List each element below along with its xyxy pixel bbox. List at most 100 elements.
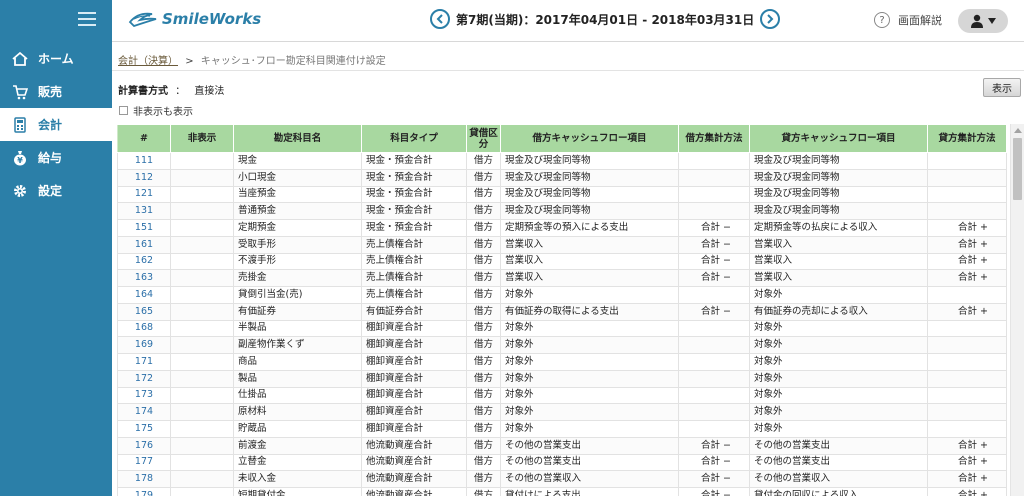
table-cell	[678, 420, 750, 438]
display-button[interactable]: 表示	[983, 78, 1021, 97]
account-code-link[interactable]: 165	[117, 302, 171, 321]
breadcrumb: 会計（決算） > キャッシュ･フロー勘定科目関連付け設定	[118, 52, 386, 67]
account-code-link[interactable]: 179	[117, 487, 171, 496]
table-cell: 対象外	[749, 336, 928, 354]
column-header: 科目タイプ	[361, 124, 467, 153]
table-cell: 借方	[466, 436, 501, 455]
account-code-link[interactable]: 162	[117, 252, 171, 271]
show-hidden-checkbox[interactable]	[119, 106, 128, 115]
sidebar-item-money-bag[interactable]: ¥ 給与	[0, 141, 112, 174]
table-cell: 合計 −	[678, 302, 750, 321]
table-cell	[170, 269, 234, 287]
table-row[interactable]: 179 短期貸付金 他流動資産合計 借方 貸付けによる支出 合計 − 貸付金の回収による収入…	[117, 487, 1007, 496]
table-cell	[170, 219, 234, 237]
table-cell: 営業収入	[749, 252, 928, 271]
sidebar: ホーム 販売会計 ¥ 給与 設定	[0, 0, 112, 496]
table-row[interactable]: 121 当座預金 現金・預金合計 借方 現金及び現金同等物 現金及び現金同等物	[117, 185, 1007, 204]
account-code-link[interactable]: 164	[117, 286, 171, 304]
table-row[interactable]: 175 貯蔵品 棚卸資産合計 借方 対象外 対象外	[117, 420, 1007, 438]
table-cell: 現金及び現金同等物	[749, 152, 928, 170]
table-row[interactable]: 112 小口現金 現金・預金合計 借方 現金及び現金同等物 現金及び現金同等物	[117, 168, 1007, 187]
user-icon	[970, 14, 983, 28]
table-cell: 対象外	[500, 386, 679, 405]
account-code-link[interactable]: 178	[117, 470, 171, 488]
sidebar-item-label: 会計	[38, 118, 63, 132]
table-row[interactable]: 169 副産物作業くず 棚卸資産合計 借方 対象外 対象外	[117, 336, 1007, 354]
table-row[interactable]: 177 立替金 他流動資産合計 借方 その他の営業支出 合計 − その他の営業支出 合計 +	[117, 453, 1007, 472]
table-row[interactable]: 164 貸倒引当金(売) 売上債権合計 借方 対象外 対象外	[117, 286, 1007, 304]
hamburger-menu-icon[interactable]	[78, 12, 96, 26]
table-row[interactable]: 172 製品 棚卸資産合計 借方 対象外 対象外	[117, 369, 1007, 388]
sidebar-item-home[interactable]: ホーム	[0, 42, 112, 75]
user-menu-button[interactable]	[958, 9, 1008, 33]
table-cell: 借方	[466, 269, 501, 287]
table-cell: 対象外	[749, 319, 928, 338]
table-row[interactable]: 174 原材料 棚卸資産合計 借方 対象外 対象外	[117, 403, 1007, 421]
table-cell: 半製品	[233, 319, 362, 338]
account-code-link[interactable]: 176	[117, 436, 171, 455]
table-row[interactable]: 111 現金 現金・預金合計 借方 現金及び現金同等物 現金及び現金同等物	[117, 152, 1007, 170]
table-cell: 現金・預金合計	[361, 185, 467, 204]
table-cell: 営業収入	[500, 235, 679, 254]
account-code-link[interactable]: 173	[117, 386, 171, 405]
table-row[interactable]: 171 商品 棚卸資産合計 借方 対象外 対象外	[117, 353, 1007, 371]
scroll-thumb[interactable]	[1013, 138, 1022, 200]
account-code-link[interactable]: 168	[117, 319, 171, 338]
table-row[interactable]: 168 半製品 棚卸資産合計 借方 対象外 対象外	[117, 319, 1007, 338]
account-code-link[interactable]: 161	[117, 235, 171, 254]
period-label: 第7期(当期)：2017年04月01日 - 2018年03月31日	[456, 12, 755, 27]
sidebar-item-calculator[interactable]: 会計	[0, 108, 112, 141]
table-cell: 借方	[466, 336, 501, 354]
scroll-up-arrow-icon[interactable]	[1014, 128, 1022, 133]
account-code-link[interactable]: 112	[117, 168, 171, 187]
table-row[interactable]: 162 不渡手形 売上債権合計 借方 営業収入 合計 − 営業収入 合計 +	[117, 252, 1007, 271]
breadcrumb-current: キャッシュ･フロー勘定科目関連付け設定	[200, 56, 386, 67]
table-row[interactable]: 161 受取手形 売上債権合計 借方 営業収入 合計 − 営業収入 合計 +	[117, 235, 1007, 254]
table-cell	[678, 403, 750, 421]
table-cell: 借方	[466, 168, 501, 187]
account-code-link[interactable]: 151	[117, 219, 171, 237]
table-row[interactable]: 165 有価証券 有価証券合計 借方 有価証券の取得による支出 合計 − 有価証券の売却によ…	[117, 302, 1007, 321]
table-row[interactable]: 151 定期預金 現金・預金合計 借方 定期預金等の預入による支出 合計 − 定期預金等の払…	[117, 219, 1007, 237]
next-period-button[interactable]	[760, 9, 781, 29]
vertical-scrollbar[interactable]	[1010, 124, 1024, 496]
table-row[interactable]: 173 仕掛品 棚卸資産合計 借方 対象外 対象外	[117, 386, 1007, 405]
chevron-right-icon	[767, 14, 774, 24]
header: SmileWorks 第7期(当期)：2017年04月01日 - 2018年03…	[112, 0, 1024, 42]
question-icon: ?	[874, 12, 890, 28]
table-row[interactable]: 163 売掛金 売上債権合計 借方 営業収入 合計 − 営業収入 合計 +	[117, 269, 1007, 287]
account-code-link[interactable]: 171	[117, 353, 171, 371]
table-cell	[170, 453, 234, 472]
table-cell: 借方	[466, 403, 501, 421]
show-hidden-toggle[interactable]: 非表示も表示	[119, 103, 193, 118]
sidebar-item-gear[interactable]: 設定	[0, 174, 112, 207]
table-row[interactable]: 176 前渡金 他流動資産合計 借方 その他の営業支出 合計 − その他の営業支出 合計 +	[117, 436, 1007, 455]
table-row[interactable]: 178 未収入金 他流動資産合計 借方 その他の営業収入 合計 − その他の営業収入 合計 +	[117, 470, 1007, 488]
account-code-link[interactable]: 175	[117, 420, 171, 438]
table-row[interactable]: 131 普通預金 現金・預金合計 借方 現金及び現金同等物 現金及び現金同等物	[117, 202, 1007, 220]
table-cell	[927, 168, 1007, 187]
account-code-link[interactable]: 172	[117, 369, 171, 388]
sidebar-item-cart[interactable]: 販売	[0, 75, 112, 108]
account-code-link[interactable]: 169	[117, 336, 171, 354]
table-cell: 借方	[466, 252, 501, 271]
account-code-link[interactable]: 177	[117, 453, 171, 472]
table-cell: 対象外	[749, 420, 928, 438]
account-code-link[interactable]: 131	[117, 202, 171, 220]
table-cell: 対象外	[500, 369, 679, 388]
account-code-link[interactable]: 174	[117, 403, 171, 421]
account-code-link[interactable]: 111	[117, 152, 171, 170]
table-cell: 現金・預金合計	[361, 168, 467, 187]
breadcrumb-parent-link[interactable]: 会計（決算）	[118, 56, 178, 67]
column-header: 貸方キャッシュフロー項目	[749, 124, 928, 153]
prev-period-button[interactable]	[430, 9, 450, 29]
table-cell: その他の営業支出	[500, 453, 679, 472]
table-cell: 他流動資産合計	[361, 470, 467, 488]
table-cell	[927, 152, 1007, 170]
table-cell: 現金及び現金同等物	[500, 185, 679, 204]
account-code-link[interactable]: 121	[117, 185, 171, 204]
help-button[interactable]: ? 画面解説	[874, 12, 942, 28]
account-code-link[interactable]: 163	[117, 269, 171, 287]
table-cell: 借方	[466, 369, 501, 388]
logo[interactable]: SmileWorks	[128, 10, 261, 28]
